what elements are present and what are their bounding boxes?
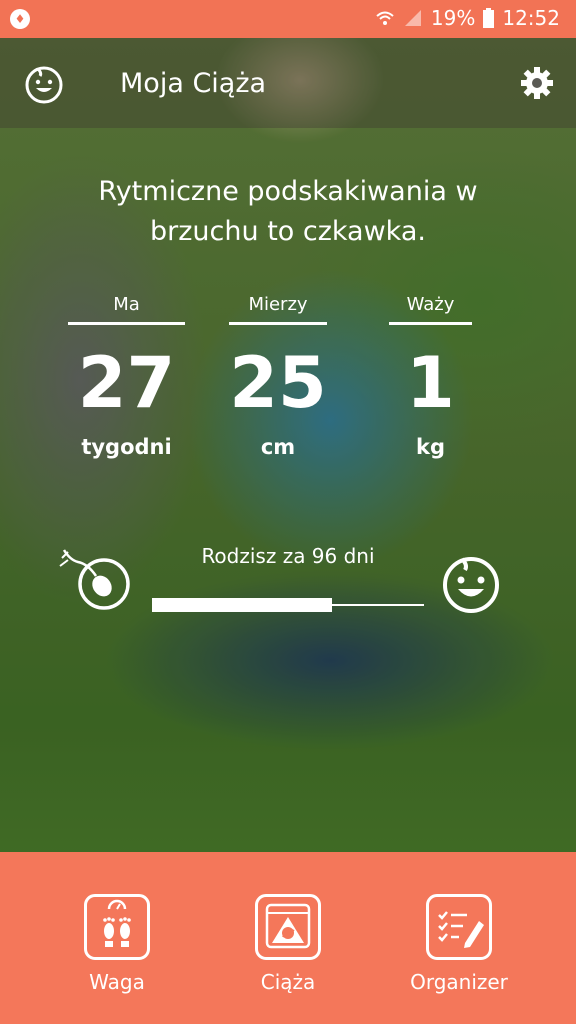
divider <box>229 322 327 325</box>
stat-unit: kg <box>416 435 445 459</box>
progress-fill <box>152 598 332 612</box>
nav-label: Waga <box>89 970 145 994</box>
clock: 12:52 <box>502 6 560 30</box>
stat-label: Waży <box>406 294 455 315</box>
scale-feet-icon <box>84 894 150 960</box>
stat-unit: cm <box>260 435 296 459</box>
app-title: Moja Ciąża <box>120 68 267 99</box>
nav-waga[interactable]: Waga <box>52 894 182 994</box>
app-notification-icon: ♦ <box>10 9 30 29</box>
stat-value: 25 <box>229 342 327 424</box>
baby-face-icon[interactable] <box>24 64 64 104</box>
stat-value: 1 <box>406 342 455 424</box>
baby-face-icon <box>443 557 499 613</box>
sperm-egg-icon <box>59 549 130 610</box>
settings-gear-icon[interactable] <box>520 66 554 100</box>
stat-label: Ma <box>113 294 140 315</box>
pregnancy-fact: Rytmiczne podskakiwania w brzuchu to czk… <box>98 176 478 247</box>
nav-label: Organizer <box>410 970 508 994</box>
stat-unit: tygodni <box>81 435 172 459</box>
divider <box>389 322 472 325</box>
nav-label: Ciąża <box>260 970 316 994</box>
due-countdown: Rodzisz za 96 dni <box>201 544 375 568</box>
stat-age: Ma 27 tygodni <box>68 288 185 459</box>
stat-value: 27 <box>77 342 176 424</box>
stat-weight: Waży 1 kg <box>389 288 472 459</box>
divider <box>68 322 185 325</box>
battery-percent: 19% <box>430 6 476 30</box>
signal-icon <box>404 10 421 26</box>
nav-ciaza[interactable]: Ciąża <box>223 894 353 994</box>
app-toolbar <box>0 38 576 128</box>
bottom-navigation: Waga Ciąża Organizer <box>0 852 576 1024</box>
ultrasound-icon <box>255 894 321 960</box>
wifi-icon <box>376 11 394 25</box>
stat-length: Mierzy 25 cm <box>229 288 327 459</box>
status-bar: ♦ 19% 12:52 <box>0 0 576 38</box>
status-right: 19% 12:52 <box>375 6 560 30</box>
battery-icon <box>483 8 495 28</box>
nav-organizer[interactable]: Organizer <box>394 894 524 994</box>
stat-label: Mierzy <box>248 294 308 315</box>
pregnancy-progress-bar <box>152 598 424 612</box>
checklist-icon <box>426 894 492 960</box>
